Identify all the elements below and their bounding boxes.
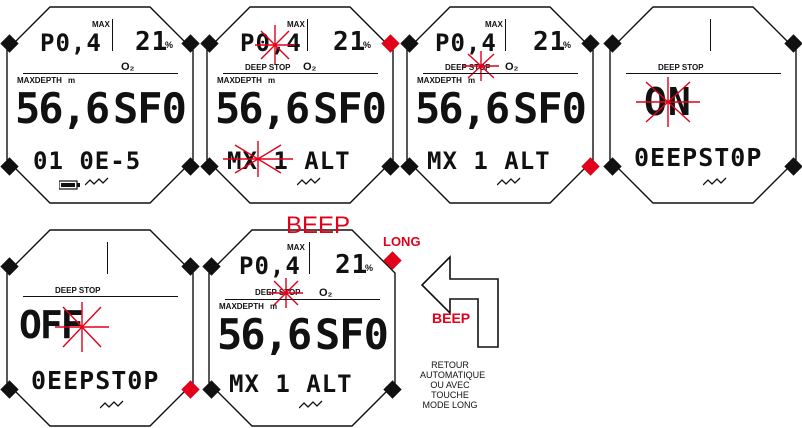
divider — [107, 242, 109, 274]
bottom-text: MX 1 ALT — [227, 147, 351, 175]
bottom-text: MX 1 ALT — [427, 147, 551, 175]
o2-percent-value: 21 — [533, 27, 567, 57]
divider — [307, 19, 309, 51]
po2-value: P0,4 — [40, 29, 102, 57]
divider — [505, 19, 507, 51]
divider — [112, 19, 114, 51]
o2-label: O₂ — [303, 61, 317, 73]
caption-line: MODE LONG — [422, 400, 478, 410]
deep-stop-label: DEEP STOP — [255, 288, 301, 297]
divider — [710, 19, 712, 51]
deep-stop-state: OFF — [19, 303, 84, 347]
bottom-text: 01 0E-5 — [33, 147, 142, 175]
o2-label: O₂ — [121, 61, 135, 73]
return-arrow-icon — [420, 255, 499, 348]
divider — [23, 296, 178, 298]
divider — [626, 73, 781, 75]
deep-stop-label: DEEP STOP — [445, 63, 491, 72]
percent-sign: % — [363, 40, 372, 50]
watch-screen-1: MAX P0,4 21 % O₂ MAXDEPTH m 56,6 SF0 01 … — [0, 5, 200, 205]
caption-line: RETOUR — [431, 360, 469, 370]
percent-sign: % — [563, 40, 572, 50]
percent-sign: % — [365, 263, 374, 273]
percent-sign: % — [165, 40, 174, 50]
o2-label: O₂ — [319, 287, 333, 299]
o2-percent-value: 21 — [335, 250, 369, 280]
watch-screen-3: MAX P0,4 21 % DEEP STOP O₂ MAXDEPTH m 56… — [400, 5, 600, 205]
caption-line: OU AVEC — [430, 380, 470, 390]
deep-stop-state: ON — [644, 80, 692, 124]
deep-stop-label: DEEP STOP — [55, 286, 101, 295]
divider — [23, 73, 178, 75]
wave-icon — [100, 400, 124, 409]
watch-bezel — [609, 6, 797, 204]
caption-line: AUTOMATIQUE — [420, 370, 486, 380]
watch-screen-6: MAX P0,4 21 % DEEP STOP O₂ MAXDEPTH m 56… — [202, 228, 402, 428]
caption-line: TOUCHE — [431, 390, 469, 400]
wave-icon — [703, 177, 727, 186]
watch-screen-5: DEEP STOP OFF 0EEPST0P — [0, 228, 200, 428]
po2-value: P0,4 — [435, 29, 497, 57]
po2-value: P0,4 — [239, 252, 301, 280]
po2-value: P0,4 — [240, 29, 302, 57]
bottom-text: 0EEPST0P — [634, 143, 763, 172]
wave-icon — [497, 177, 521, 186]
max-label: MAX — [92, 20, 110, 29]
o2-percent-value: 21 — [333, 27, 367, 57]
wave-icon — [297, 177, 321, 186]
beep-annotation: BEEP — [286, 212, 351, 239]
max-depth-value: 56,6 — [415, 84, 510, 133]
deep-stop-label: DEEP STOP — [245, 63, 291, 72]
deep-stop-label: DEEP STOP — [658, 63, 704, 72]
long-press-label: LONG — [383, 234, 421, 249]
watch-screen-2: MAX P0,4 21 % DEEP STOP O₂ MAXDEPTH m 56… — [200, 5, 400, 205]
divider — [423, 73, 578, 75]
max-depth-value: 56,6 — [217, 310, 312, 359]
watch-screen-4: DEEP STOP ON 0EEPST0P — [603, 5, 802, 205]
gas-value: SF0 — [315, 310, 389, 359]
o2-percent-value: 21 — [135, 27, 169, 57]
gas-value: SF0 — [313, 84, 387, 133]
battery-icon — [59, 180, 80, 190]
gas-value: SF0 — [513, 84, 587, 133]
wave-icon — [299, 400, 323, 409]
wave-icon — [85, 177, 109, 186]
bottom-text: 0EEPST0P — [31, 366, 160, 395]
divider — [223, 73, 378, 75]
max-label: MAX — [485, 20, 503, 29]
max-label: MAX — [287, 243, 305, 252]
return-caption: RETOUR AUTOMATIQUE OU AVEC TOUCHE MODE L… — [420, 360, 486, 410]
max-depth-value: 56,6 — [215, 84, 310, 133]
o2-label: O₂ — [505, 61, 519, 73]
divider — [225, 299, 380, 301]
max-label: MAX — [287, 20, 305, 29]
max-depth-value: 56,6 — [15, 84, 110, 133]
gas-value: SF0 — [113, 84, 187, 133]
bottom-text: MX 1 ALT — [229, 370, 353, 398]
beep-arrow-label: BEEP — [432, 310, 471, 326]
divider — [309, 242, 311, 274]
